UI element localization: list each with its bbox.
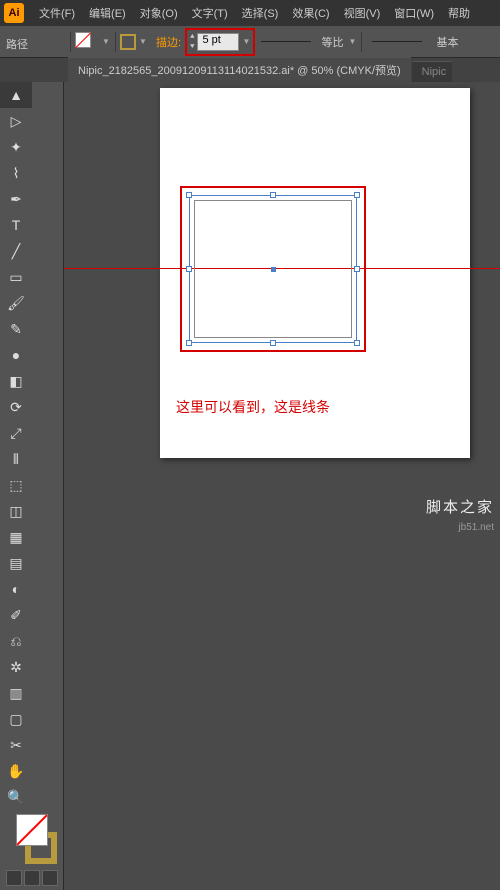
stroke-dropdown-icon[interactable]: ▼: [138, 37, 148, 47]
stepper-icon[interactable]: ⯅⯆: [189, 32, 195, 52]
color-swatches: [0, 810, 63, 890]
stroke-swatch[interactable]: [120, 34, 136, 50]
menu-window[interactable]: 窗口(W): [387, 5, 441, 21]
profile-dropdown-icon[interactable]: ▼: [347, 37, 357, 47]
menu-select[interactable]: 选择(S): [235, 5, 286, 21]
selection-tool[interactable]: ▲: [0, 82, 32, 108]
gradient-mode-btn[interactable]: [24, 870, 40, 886]
color-mode-btn[interactable]: [6, 870, 22, 886]
line-tool[interactable]: ╱: [0, 238, 32, 264]
selection-handle[interactable]: [186, 192, 192, 198]
menu-type[interactable]: 文字(T): [185, 5, 235, 21]
watermark: jb51.net: [458, 522, 494, 533]
eyedropper-tool[interactable]: ✐: [0, 602, 32, 628]
menubar: Ai 文件(F) 编辑(E) 对象(O) 文字(T) 选择(S) 效果(C) 视…: [0, 0, 500, 26]
fill-color-swatch[interactable]: [16, 814, 48, 846]
free-transform-tool[interactable]: ⬚: [0, 472, 32, 498]
tab-active[interactable]: Nipic_2182565_20091209113114021532.ai* @…: [68, 57, 411, 82]
selection-center-icon: [271, 267, 276, 272]
profile-preview[interactable]: [261, 41, 311, 42]
control-toolbar: ▼ ▼ 描边: ⯅⯆ 5 pt ▼ 等比 ▼ 基本: [0, 26, 500, 58]
graph-tool[interactable]: ▥: [0, 680, 32, 706]
selection-handle[interactable]: [186, 340, 192, 346]
menu-help[interactable]: 帮助: [441, 5, 477, 21]
magic-wand-tool[interactable]: ✦: [0, 134, 32, 160]
lasso-tool[interactable]: ⌇: [0, 160, 32, 186]
brush-label: 基本: [436, 34, 458, 50]
type-tool[interactable]: T: [0, 212, 32, 238]
mesh-tool[interactable]: ▤: [0, 550, 32, 576]
artboard-tool[interactable]: ▢: [0, 706, 32, 732]
pencil-tool[interactable]: ✎: [0, 316, 32, 342]
stroke-weight-highlight: ⯅⯆ 5 pt ▼: [185, 28, 255, 56]
width-tool[interactable]: ⫴: [0, 446, 32, 472]
menu-effect[interactable]: 效果(C): [285, 5, 336, 21]
menu-file[interactable]: 文件(F): [32, 5, 82, 21]
shape-builder-tool[interactable]: ◫: [0, 498, 32, 524]
canvas-area[interactable]: 这里可以看到，这是线条: [64, 82, 500, 537]
blob-brush-tool[interactable]: ●: [0, 342, 32, 368]
menu-edit[interactable]: 编辑(E): [82, 5, 133, 21]
blend-tool[interactable]: ⎌: [0, 628, 32, 654]
perspective-tool[interactable]: ▦: [0, 524, 32, 550]
selection-handle[interactable]: [270, 192, 276, 198]
stroke-weight-dropdown-icon[interactable]: ▼: [241, 37, 251, 47]
brush-preview[interactable]: [372, 41, 422, 42]
gradient-tool[interactable]: ◐: [0, 576, 32, 602]
footer-branding: 脚本之家: [426, 496, 494, 517]
control-label: 路径: [6, 36, 28, 52]
rectangle-tool[interactable]: ▭: [0, 264, 32, 290]
hand-tool[interactable]: ✋: [0, 758, 32, 784]
tab-inactive[interactable]: Nipic: [412, 61, 452, 82]
workspace: ▲▷✦⌇✒T╱▭🖌✎●◧⟳⤢⫴⬚◫▦▤◐✐⎌✲▥▢✂✋🔍 这里可以看到，这是线条: [0, 82, 500, 537]
annotation-text: 这里可以看到，这是线条: [176, 397, 330, 417]
menu-object[interactable]: 对象(O): [133, 5, 185, 21]
stroke-label: 描边:: [156, 34, 181, 50]
pen-tool[interactable]: ✒: [0, 186, 32, 212]
eraser-tool[interactable]: ◧: [0, 368, 32, 394]
selection-handle[interactable]: [354, 192, 360, 198]
document-tabbar: Nipic_2182565_20091209113114021532.ai* @…: [0, 58, 500, 82]
selection-handle[interactable]: [354, 340, 360, 346]
stroke-weight-input[interactable]: 5 pt: [197, 33, 239, 51]
rotate-tool[interactable]: ⟳: [0, 394, 32, 420]
slice-tool[interactable]: ✂: [0, 732, 32, 758]
scale-tool[interactable]: ⤢: [0, 420, 32, 446]
selection-handle[interactable]: [186, 266, 192, 272]
none-mode-btn[interactable]: [42, 870, 58, 886]
fill-swatch[interactable]: [75, 32, 99, 52]
direct-selection-tool[interactable]: ▷: [0, 108, 32, 134]
paintbrush-tool[interactable]: 🖌: [0, 290, 32, 316]
app-logo: Ai: [4, 3, 24, 23]
profile-label: 等比: [321, 34, 343, 50]
symbol-sprayer-tool[interactable]: ✲: [0, 654, 32, 680]
fill-dropdown-icon[interactable]: ▼: [101, 37, 111, 47]
menu-view[interactable]: 视图(V): [337, 5, 388, 21]
tools-panel: ▲▷✦⌇✒T╱▭🖌✎●◧⟳⤢⫴⬚◫▦▤◐✐⎌✲▥▢✂✋🔍: [0, 82, 64, 890]
selection-handle[interactable]: [354, 266, 360, 272]
selection-handle[interactable]: [270, 340, 276, 346]
zoom-tool[interactable]: 🔍: [0, 784, 32, 810]
